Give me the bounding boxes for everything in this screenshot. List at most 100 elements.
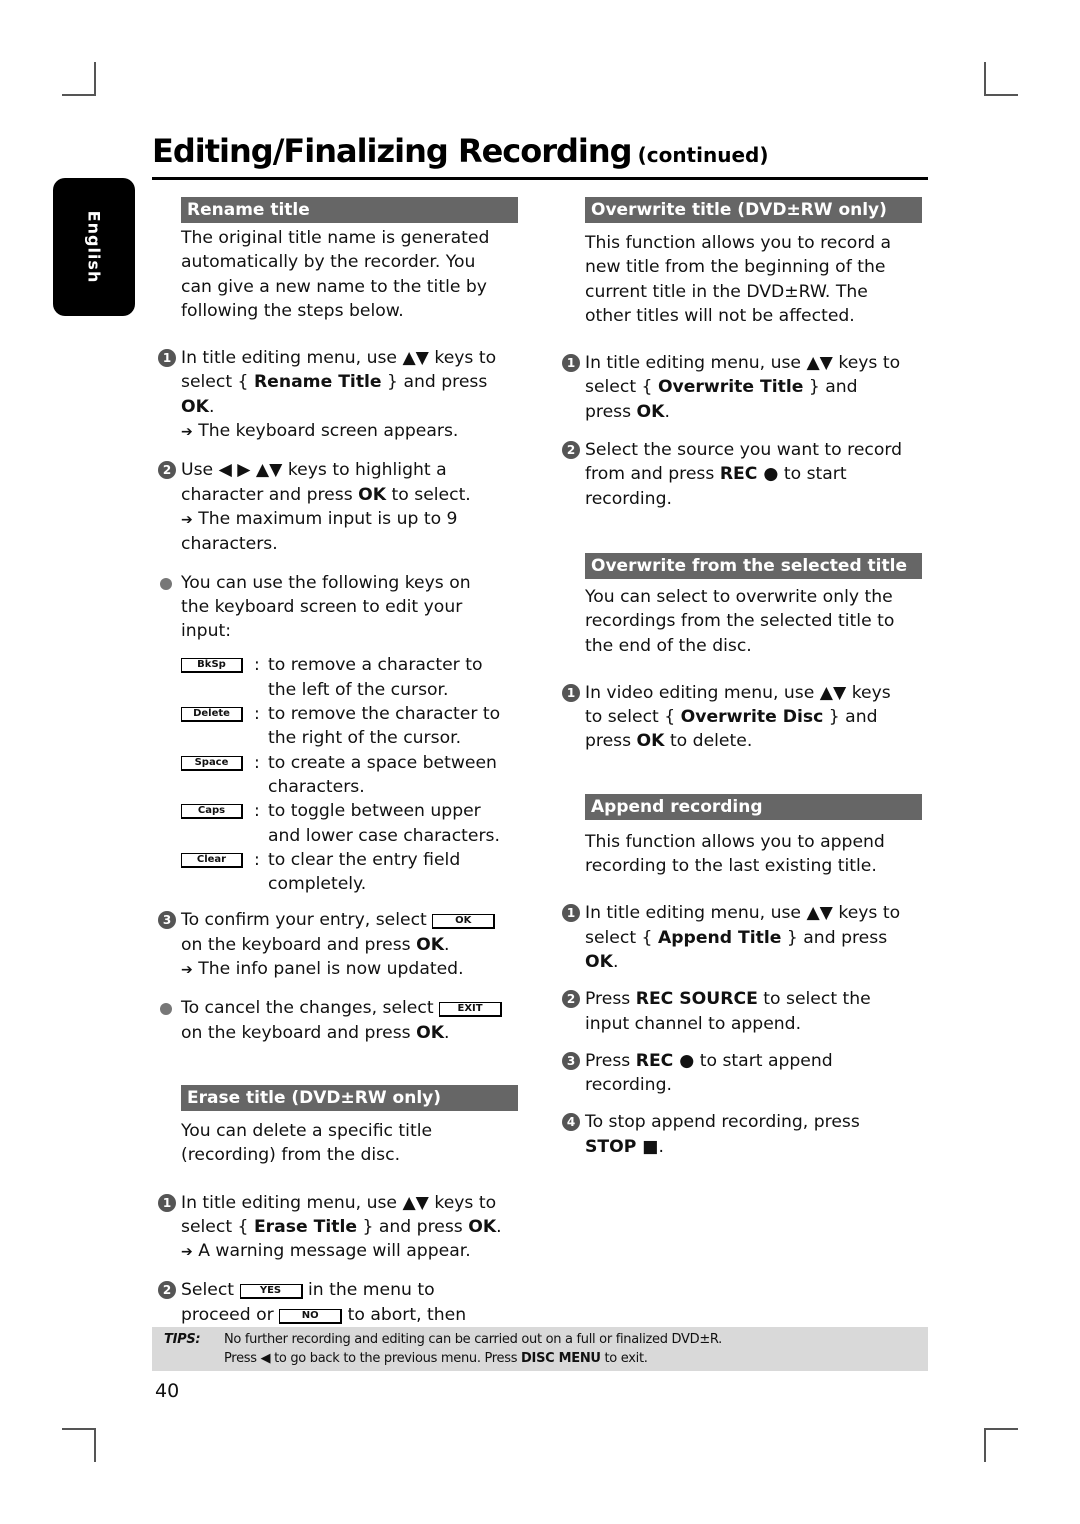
step-number-icon: 1	[158, 349, 176, 368]
crop-mark-top-left-h	[62, 94, 96, 96]
step-number-icon: 1	[562, 683, 580, 702]
keycap-ok: OK	[432, 914, 496, 930]
erase-step-1: 1 In title editing menu, use ▲▼ keys to …	[158, 1191, 503, 1265]
ok-key-label: OK	[358, 484, 387, 505]
key-row: Clear : to clear the entry field complet…	[181, 848, 503, 897]
menu-option-rename-title: Rename Title	[253, 372, 382, 393]
tips-line-1: No further recording and editing can be …	[224, 1332, 723, 1347]
step-result: The maximum input is up to 9 characters.	[181, 508, 458, 555]
step-number-icon: 2	[158, 461, 176, 480]
ok-key-label: OK	[416, 934, 445, 955]
step-number-icon: 2	[562, 441, 580, 460]
crop-mark-top-left-v	[94, 62, 96, 96]
rec-key-label: REC ●	[719, 464, 779, 485]
rename-step-1: 1 In title editing menu, use ▲▼ keys to …	[158, 346, 503, 444]
step-result: The info panel is now updated.	[198, 959, 464, 980]
page-number: 40	[155, 1380, 180, 1402]
step-text: .	[444, 934, 450, 955]
page-title-text: Editing/Finalizing Recording	[152, 132, 633, 170]
ok-key-label: OK	[416, 1022, 445, 1043]
keycap-bksp: BkSp	[181, 658, 243, 674]
section-heading-erase-title: Erase title (DVD±RW only)	[181, 1084, 518, 1111]
tips-text: to exit.	[600, 1351, 648, 1366]
colon: :	[254, 801, 260, 822]
ok-key-label: OK	[585, 951, 613, 972]
key-row: Space : to create a space between charac…	[181, 751, 503, 800]
step-text: To cancel the changes, select	[181, 998, 440, 1019]
menu-option-erase-title: Erase Title	[253, 1216, 358, 1237]
keycap-no: NO	[279, 1308, 343, 1324]
step-number-icon: 3	[158, 911, 176, 930]
step-result: The keyboard screen appears.	[198, 421, 459, 442]
step-text: .	[208, 396, 215, 417]
ok-key-label: OK	[636, 401, 665, 422]
crop-mark-bottom-right-h	[984, 1428, 1018, 1430]
step-number-icon: 1	[562, 354, 580, 373]
keys-bullet: You can use the following keys on the ke…	[158, 571, 503, 644]
section-heading-append-recording: Append recording	[585, 793, 922, 820]
bullet-icon	[160, 577, 172, 590]
key-row: BkSp : to remove a character to the left…	[181, 653, 503, 702]
step-text: to select.	[386, 484, 471, 505]
step-number-icon: 1	[562, 904, 580, 923]
key-description: to toggle between upper and lower case c…	[268, 801, 500, 846]
stop-key-label: STOP ■	[585, 1136, 659, 1157]
result-arrow-icon: ➔	[181, 1244, 193, 1261]
section-heading-overwrite-title: Overwrite title (DVD±RW only)	[585, 197, 922, 223]
step-text: to delete.	[664, 731, 753, 752]
tips-text: Press ◀ to go back to the previous menu.…	[224, 1351, 522, 1366]
crop-mark-top-right-h	[984, 94, 1018, 96]
key-description: to remove the character to the right of …	[268, 704, 501, 749]
append-step-3: 3 Press REC ● to start append recording.	[562, 1049, 907, 1098]
ok-key-label: OK	[468, 1216, 497, 1237]
title-rule	[152, 177, 928, 180]
colon: :	[254, 849, 260, 870]
keycap-space: Space	[181, 755, 243, 771]
step-text: To confirm your entry, select	[181, 910, 433, 931]
overwrite-intro: This function allows you to record a new…	[585, 233, 891, 326]
tips-line-2: Press ◀ to go back to the previous menu.…	[224, 1349, 648, 1368]
key-row: Caps : to toggle between upper and lower…	[181, 799, 503, 848]
ok-key-label: OK	[636, 731, 665, 752]
step-text: } and press	[357, 1216, 469, 1237]
step-text: on the keyboard and press	[181, 934, 417, 955]
result-arrow-icon: ➔	[181, 962, 193, 979]
append-step-4: 4 To stop append recording, press STOP ■…	[562, 1110, 907, 1159]
key-row: Delete : to remove the character to the …	[181, 702, 503, 751]
left-column: Rename title The original title name is …	[158, 197, 518, 1351]
keycap-caps: Caps	[181, 804, 243, 820]
rec-source-key-label: REC SOURCE	[635, 989, 758, 1010]
step-text: on the keyboard and press	[181, 1022, 417, 1043]
step-text: } and press	[781, 927, 888, 948]
rename-step-3: 3 To confirm your entry, select OK on th…	[158, 908, 503, 982]
language-tab: English	[53, 178, 135, 316]
step-number-icon: 2	[158, 1281, 176, 1300]
keys-intro: You can use the following keys on the ke…	[181, 572, 471, 642]
key-description: to create a space between characters.	[268, 752, 497, 797]
append-step-1: 1 In title editing menu, use ▲▼ keys to …	[562, 901, 907, 974]
section-heading-overwrite-selected: Overwrite from the selected title	[585, 552, 922, 579]
step-text: } and press	[381, 372, 488, 393]
overwrite-selected-step-1: 1 In video editing menu, use ▲▼ keys to …	[562, 681, 907, 754]
keycap-yes: YES	[239, 1284, 303, 1300]
step-number-icon: 1	[158, 1193, 176, 1212]
step-number-icon: 2	[562, 990, 580, 1009]
right-column: Overwrite title (DVD±RW only) This funct…	[562, 197, 922, 1159]
menu-option-overwrite-disc: Overwrite Disc	[680, 707, 824, 728]
rename-intro: The original title name is generated aut…	[181, 228, 490, 321]
step-number-icon: 4	[562, 1113, 580, 1132]
colon: :	[254, 704, 260, 725]
step-text: .	[658, 1136, 665, 1157]
crop-mark-top-right-v	[984, 62, 986, 96]
bullet-icon	[160, 1003, 172, 1016]
step-text: .	[496, 1216, 502, 1237]
ok-key-label: OK	[181, 396, 209, 417]
rec-key-label: REC ●	[635, 1050, 695, 1071]
step-text: Select	[181, 1280, 240, 1301]
step-result: A warning message will appear.	[198, 1241, 471, 1262]
step-text: .	[612, 951, 619, 972]
append-intro: This function allows you to append recor…	[585, 831, 885, 877]
key-description: to remove a character to the left of the…	[268, 655, 483, 700]
overwrite-step-1: 1 In title editing menu, use ▲▼ keys to …	[562, 351, 907, 424]
disc-menu-key-label: DISC MENU	[521, 1351, 601, 1366]
